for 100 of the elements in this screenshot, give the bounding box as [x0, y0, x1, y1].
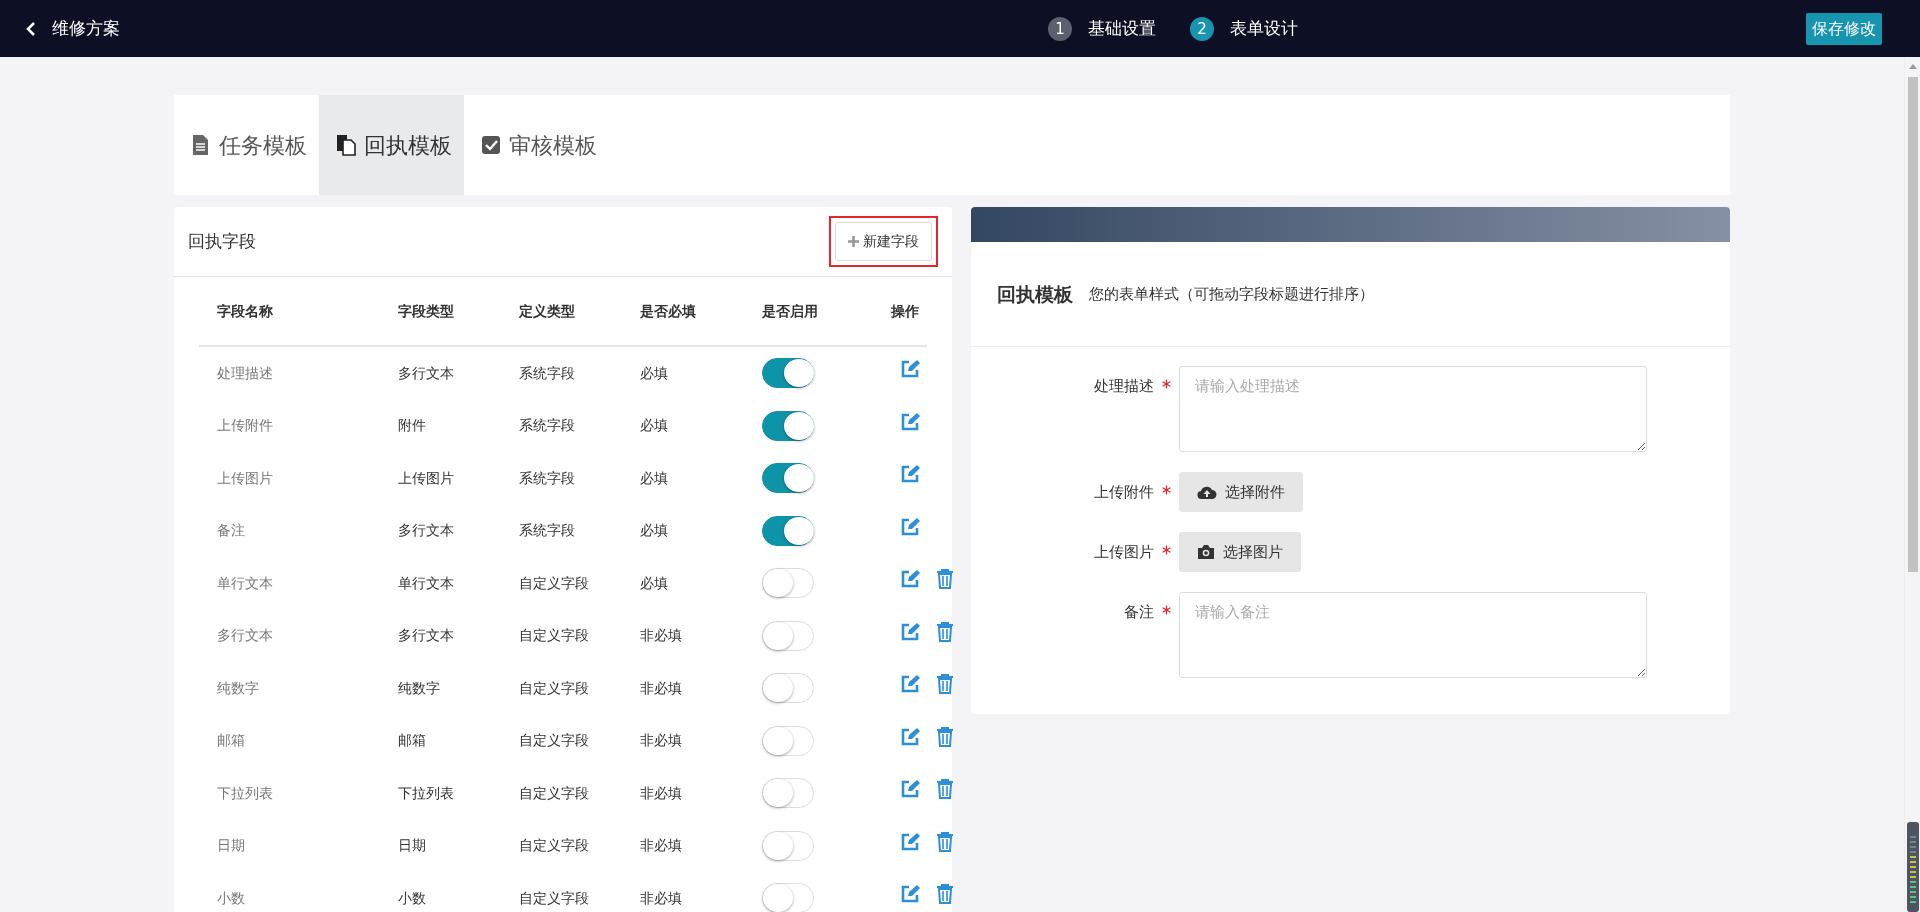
- table-cell-text: 纯数字: [216, 678, 260, 698]
- field-label: 上传图片: [1094, 542, 1154, 563]
- table-cell-text: 系统字段: [518, 363, 576, 383]
- edit-icon[interactable]: [900, 726, 920, 747]
- template-tab[interactable]: 任务模板: [174, 95, 319, 195]
- table-cell-text: 单行文本: [397, 573, 455, 593]
- table-cell-text: 纯数字: [397, 678, 441, 698]
- table-cell-text: 自定义字段: [518, 888, 590, 908]
- document-icon: [191, 134, 211, 156]
- table-cell-text: 备注: [216, 521, 246, 541]
- table-cell-text: 系统字段: [518, 416, 576, 436]
- table-cell-text: 多行文本: [397, 521, 455, 541]
- table-cell-text: 邮箱: [216, 731, 246, 751]
- table-cell-text: 系统字段: [518, 468, 576, 488]
- toggle-switch[interactable]: [762, 358, 814, 389]
- column-header: 操作: [890, 301, 920, 321]
- edit-icon[interactable]: [900, 464, 920, 485]
- table-cell-text: 非必填: [639, 888, 683, 908]
- edit-icon[interactable]: [900, 621, 920, 642]
- table-cell-text: 必填: [639, 521, 669, 541]
- panel-title: 回执字段: [188, 229, 256, 253]
- table-cell-text: 邮箱: [397, 731, 427, 751]
- table-cell-text: 系统字段: [518, 521, 576, 541]
- choose-file-button[interactable]: 选择附件: [1179, 472, 1303, 512]
- table-cell-text: 自定义字段: [518, 783, 590, 803]
- table-cell-text: 下拉列表: [216, 783, 274, 803]
- trash-icon[interactable]: [936, 884, 954, 905]
- trash-icon[interactable]: [936, 831, 954, 852]
- trash-icon[interactable]: [936, 779, 954, 800]
- step-label: 基础设置: [1088, 16, 1156, 40]
- table-cell-text: 自定义字段: [518, 678, 590, 698]
- column-header: 字段名称: [216, 301, 274, 321]
- table-cell-text: 自定义字段: [518, 731, 590, 751]
- save-button[interactable]: 保存修改: [1806, 12, 1882, 45]
- new-field-button[interactable]: 新建字段: [835, 222, 932, 261]
- preview-subtitle: 您的表单样式（可拖动字段标题进行排序）: [1089, 283, 1374, 305]
- table-cell-text: 自定义字段: [518, 836, 590, 856]
- table-cell-text: 必填: [639, 363, 669, 383]
- column-header: 字段类型: [397, 301, 455, 321]
- table-cell-text: 必填: [639, 416, 669, 436]
- edit-icon[interactable]: [900, 831, 920, 852]
- edit-icon[interactable]: [900, 411, 920, 432]
- table-cell-text: 附件: [397, 416, 427, 436]
- table-cell-text: 下拉列表: [397, 783, 455, 803]
- toggle-switch[interactable]: [762, 515, 814, 546]
- table-cell-text: 小数: [397, 888, 427, 908]
- step-number: 2: [1190, 16, 1214, 41]
- table-cell-text: 非必填: [639, 783, 683, 803]
- step-number: 1: [1048, 16, 1072, 41]
- scroll-up-icon: [1909, 64, 1917, 69]
- scrollbar[interactable]: [1904, 57, 1920, 912]
- scrollbar-thumb[interactable]: [1908, 77, 1918, 572]
- column-header: 是否启用: [761, 301, 819, 321]
- back-label: 维修方案: [52, 16, 120, 40]
- table-cell-text: 处理描述: [216, 363, 274, 383]
- table-cell-text: 多行文本: [397, 363, 455, 383]
- table-cell-text: 必填: [639, 573, 669, 593]
- template-tab[interactable]: 回执模板: [319, 95, 464, 195]
- table-cell-text: 单行文本: [216, 573, 274, 593]
- text-area[interactable]: 请输入备注: [1179, 592, 1647, 678]
- table-cell-text: 非必填: [639, 678, 683, 698]
- column-header: 定义类型: [518, 301, 576, 321]
- field-label: 处理描述: [1094, 376, 1154, 397]
- table-cell-text: 自定义字段: [518, 626, 590, 646]
- table-cell-text: 上传图片: [397, 468, 455, 488]
- trash-icon[interactable]: [936, 621, 954, 642]
- table-cell-text: 多行文本: [397, 626, 455, 646]
- edit-icon[interactable]: [900, 516, 920, 537]
- trash-icon[interactable]: [936, 674, 954, 695]
- table-cell-text: 多行文本: [216, 626, 274, 646]
- trash-icon[interactable]: [936, 569, 954, 590]
- back-icon: [26, 20, 36, 37]
- table-cell-text: 日期: [216, 836, 246, 856]
- field-label: 备注: [1124, 602, 1154, 623]
- toggle-switch[interactable]: [762, 410, 814, 441]
- table-cell-text: 非必填: [639, 731, 683, 751]
- table-cell-text: 自定义字段: [518, 573, 590, 593]
- edit-icon[interactable]: [900, 779, 920, 800]
- field-label: 上传附件: [1094, 482, 1154, 503]
- edit-icon[interactable]: [900, 569, 920, 590]
- step-label: 表单设计: [1230, 16, 1298, 40]
- table-cell-text: 上传附件: [216, 416, 274, 436]
- trash-icon[interactable]: [936, 726, 954, 747]
- edit-icon[interactable]: [900, 674, 920, 695]
- table-cell-text: 上传图片: [216, 468, 274, 488]
- checkbox-icon: [481, 134, 501, 156]
- toggle-switch[interactable]: [762, 463, 814, 494]
- table-cell-text: 非必填: [639, 836, 683, 856]
- cloud-upload-icon: [1197, 484, 1217, 500]
- plus-icon: [848, 236, 859, 247]
- back-link[interactable]: 维修方案: [26, 15, 120, 42]
- choose-image-button[interactable]: 选择图片: [1179, 532, 1301, 572]
- column-header: 是否必填: [639, 301, 697, 321]
- text-area[interactable]: 请输入处理描述: [1179, 366, 1647, 452]
- edit-icon[interactable]: [900, 359, 920, 380]
- template-tab[interactable]: 审核模板: [464, 95, 609, 195]
- preview-title: 回执模板: [997, 281, 1073, 307]
- edit-icon[interactable]: [900, 884, 920, 905]
- table-cell-text: 日期: [397, 836, 427, 856]
- table-cell-text: 非必填: [639, 626, 683, 646]
